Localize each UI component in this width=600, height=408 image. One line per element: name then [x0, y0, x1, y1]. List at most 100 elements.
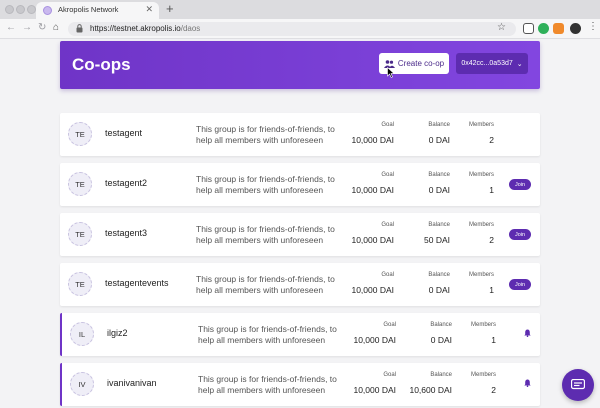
- balance-value: 10,600 DAI: [409, 385, 452, 395]
- url-path: /daos: [180, 23, 201, 33]
- goal-value: 10,000 DAI: [353, 385, 396, 395]
- balance-label: Balance: [430, 322, 452, 328]
- members-value: 2: [489, 235, 494, 245]
- coops-header: Co-ops Create co-op 0x42cc...0a53d7 ⌄: [60, 41, 540, 89]
- coop-name: testagentevents: [105, 278, 169, 288]
- balance-value: 0 DAI: [428, 185, 450, 195]
- balance-label: Balance: [428, 122, 450, 128]
- browser-tab[interactable]: Akropolis Network ✕: [36, 2, 159, 19]
- coop-avatar: IL: [70, 322, 94, 346]
- coop-card[interactable]: TE testagent3 This group is for friends-…: [60, 213, 540, 256]
- url-text: https://testnet.akropolis.io/daos: [90, 24, 200, 33]
- akropolis-favicon-icon: [43, 6, 52, 15]
- browser-toolbar: ← → ↻ ⌂ https://testnet.akropolis.io/dao…: [0, 19, 600, 39]
- goal-value: 10,000 DAI: [351, 185, 394, 195]
- coop-avatar: TE: [68, 222, 92, 246]
- members-label: Members: [468, 172, 494, 178]
- join-button[interactable]: Join: [509, 229, 531, 240]
- browser-tab-bar: Akropolis Network ✕ +: [0, 0, 600, 19]
- goal-value: 10,000 DAI: [351, 135, 394, 145]
- coop-description: This group is for friends-of-friends, to…: [196, 274, 335, 295]
- reload-icon[interactable]: ↻: [38, 22, 46, 33]
- browser-menu-icon[interactable]: ⋮: [588, 22, 598, 32]
- page-title: Co-ops: [72, 55, 131, 74]
- chevron-down-icon: ⌄: [516, 60, 523, 68]
- wallet-address-dropdown[interactable]: 0x42cc...0a53d7 ⌄: [456, 53, 528, 74]
- new-tab-icon[interactable]: +: [166, 1, 174, 16]
- tab-title: Akropolis Network: [58, 5, 119, 14]
- address-bar[interactable]: https://testnet.akropolis.io/daos ☆: [68, 22, 516, 36]
- goal-label: Goal: [381, 272, 394, 278]
- balance-value: 0 DAI: [428, 285, 450, 295]
- members-value: 1: [489, 285, 494, 295]
- coop-description: This group is for friends-of-friends, to…: [198, 324, 337, 345]
- members-label: Members: [470, 372, 496, 378]
- coop-avatar: TE: [68, 172, 92, 196]
- members-value: 2: [491, 385, 496, 395]
- coop-description: This group is for friends-of-friends, to…: [198, 374, 337, 395]
- coop-name: ilgiz2: [107, 328, 128, 338]
- app-content: Co-ops Create co-op 0x42cc...0a53d7 ⌄ TE…: [0, 39, 600, 408]
- balance-value: 0 DAI: [430, 335, 452, 345]
- coop-name: testagent3: [105, 228, 148, 238]
- coop-avatar: TE: [68, 272, 92, 296]
- balance-value: 0 DAI: [428, 135, 450, 145]
- coop-avatar: IV: [70, 372, 94, 396]
- coop-card[interactable]: IL ilgiz2 This group is for friends-of-f…: [60, 313, 540, 356]
- goal-label: Goal: [383, 322, 396, 328]
- goal-label: Goal: [383, 372, 396, 378]
- home-icon[interactable]: ⌂: [53, 22, 59, 33]
- goal-label: Goal: [381, 222, 394, 228]
- balance-label: Balance: [428, 222, 450, 228]
- wallet-address: 0x42cc...0a53d7: [461, 60, 513, 67]
- members-label: Members: [468, 122, 494, 128]
- members-label: Members: [468, 222, 494, 228]
- extension-pocket-icon[interactable]: [523, 23, 534, 34]
- coop-description: This group is for friends-of-friends, to…: [196, 124, 335, 145]
- coop-name: testagent: [105, 128, 143, 138]
- members-label: Members: [468, 272, 494, 278]
- coop-card[interactable]: TE testagent This group is for friends-o…: [60, 113, 540, 156]
- coop-card[interactable]: TE testagent2 This group is for friends-…: [60, 163, 540, 206]
- window-minimize-dot[interactable]: [16, 5, 25, 14]
- extension-metamask-icon[interactable]: [553, 23, 564, 34]
- coop-description: This group is for friends-of-friends, to…: [196, 224, 335, 245]
- goal-value: 10,000 DAI: [351, 285, 394, 295]
- chat-button[interactable]: [562, 369, 594, 401]
- goal-value: 10,000 DAI: [351, 235, 394, 245]
- bell-icon[interactable]: [524, 379, 531, 387]
- coop-card[interactable]: IV ivanivanivan This group is for friend…: [60, 363, 540, 406]
- balance-label: Balance: [430, 372, 452, 378]
- tab-close-icon[interactable]: ✕: [145, 4, 153, 15]
- back-icon[interactable]: ←: [6, 22, 16, 33]
- chat-icon: [571, 379, 585, 390]
- members-value: 2: [489, 135, 494, 145]
- members-label: Members: [470, 322, 496, 328]
- balance-label: Balance: [428, 172, 450, 178]
- url-host: https://testnet.akropolis.io: [90, 23, 181, 33]
- star-icon[interactable]: ☆: [497, 22, 506, 33]
- forward-icon[interactable]: →: [22, 22, 32, 33]
- coop-name: testagent2: [105, 178, 148, 188]
- goal-label: Goal: [381, 172, 394, 178]
- join-button[interactable]: Join: [509, 279, 531, 290]
- window-zoom-dot[interactable]: [27, 5, 36, 14]
- mouse-cursor-icon: [387, 67, 395, 78]
- balance-value: 50 DAI: [424, 235, 450, 245]
- goal-label: Goal: [381, 122, 394, 128]
- coop-name: ivanivanivan: [107, 378, 157, 388]
- lock-icon: [76, 24, 83, 33]
- coop-card[interactable]: TE testagentevents This group is for fri…: [60, 263, 540, 306]
- profile-avatar[interactable]: [570, 23, 581, 34]
- balance-label: Balance: [428, 272, 450, 278]
- window-close-dot[interactable]: [5, 5, 14, 14]
- extension-grammarly-icon[interactable]: [538, 23, 549, 34]
- goal-value: 10,000 DAI: [353, 335, 396, 345]
- bell-icon[interactable]: [524, 329, 531, 337]
- coop-avatar: TE: [68, 122, 92, 146]
- create-coop-label: Create co-op: [397, 59, 445, 68]
- coop-description: This group is for friends-of-friends, to…: [196, 174, 335, 195]
- join-button[interactable]: Join: [509, 179, 531, 190]
- members-value: 1: [489, 185, 494, 195]
- members-value: 1: [491, 335, 496, 345]
